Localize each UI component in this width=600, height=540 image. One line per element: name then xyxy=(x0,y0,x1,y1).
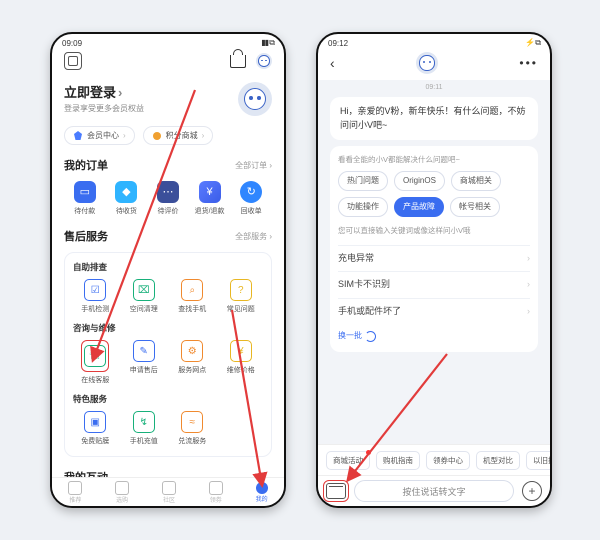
arrow-to-online-service xyxy=(93,90,195,360)
annotation-layer xyxy=(0,0,600,540)
arrow-to-mine-tab xyxy=(232,310,262,485)
arrow-to-keyboard xyxy=(348,354,447,480)
